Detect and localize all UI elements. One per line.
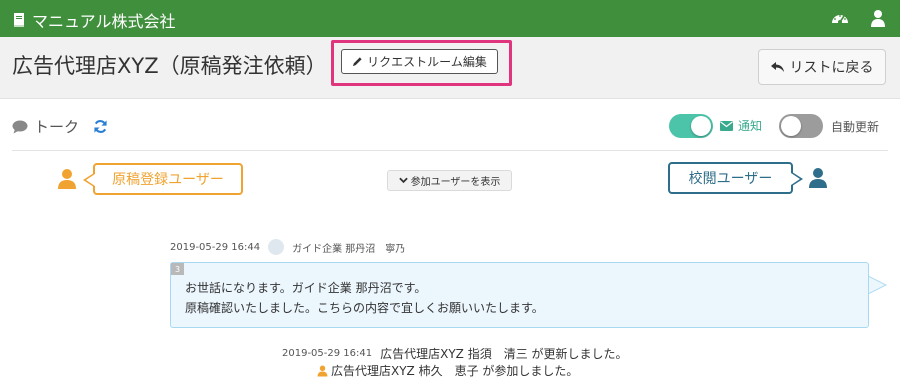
- message-text-line: 原稿確認いたしました。こちらの内容で宜しくお願いいたします。: [185, 301, 544, 315]
- refresh-icon[interactable]: [93, 119, 108, 134]
- app-title: マニュアル株式会社: [32, 12, 176, 31]
- page-header: 広告代理店XYZ（原稿発注依頼） リクエストルーム編集 リストに戻る: [0, 37, 900, 99]
- back-to-list-label: リストに戻る: [789, 60, 874, 76]
- manuscript-user-tag: 原稿登録ユーザー: [83, 163, 243, 195]
- message-bubble: 3 お世話になります。ガイド企業 那丹沼です。 原稿確認いたしました。こちらの内…: [170, 262, 887, 328]
- book-icon: [14, 13, 24, 27]
- back-to-list-button[interactable]: リストに戻る: [758, 49, 886, 85]
- message-meta: 2019-05-29 16:44 ガイド企業 那丹沼 寧乃: [170, 239, 405, 255]
- message-text-line: お世話になります。ガイド企業 那丹沼です。: [185, 281, 427, 295]
- edit-request-room-button[interactable]: リクエストルーム編集: [341, 49, 498, 74]
- log-text: 広告代理店XYZ 柿久 恵子 が参加しました。: [331, 364, 579, 378]
- manuscript-user-icon: [58, 169, 76, 189]
- talk-header: トーク: [12, 116, 108, 137]
- toggle-knob: [691, 116, 711, 136]
- auto-refresh-label: 自動更新: [831, 120, 880, 134]
- log-timestamp: 2019-05-29 16:41: [282, 348, 373, 359]
- pencil-icon: [353, 57, 362, 67]
- show-participants-label: 参加ユーザーを表示: [410, 177, 501, 188]
- auto-refresh-toggle[interactable]: [779, 114, 823, 138]
- activity-log-item: 広告代理店XYZ 柿久 恵子 が参加しました。: [317, 362, 578, 379]
- dashboard-icon[interactable]: [830, 8, 850, 28]
- envelope-icon: [720, 120, 733, 131]
- talk-label: トーク: [34, 118, 80, 136]
- reviewer-user-tag: 校閲ユーザー: [668, 162, 803, 194]
- divider: [12, 150, 888, 151]
- show-participants-button[interactable]: 参加ユーザーを表示: [387, 170, 512, 191]
- reply-icon: [770, 62, 784, 72]
- edit-request-room-label: リクエストルーム編集: [367, 55, 487, 69]
- notify-label: 通知: [720, 117, 762, 134]
- notify-text: 通知: [738, 119, 763, 133]
- brand[interactable]: マニュアル株式会社: [12, 8, 176, 32]
- page-title: 広告代理店XYZ（原稿発注依頼）: [12, 54, 327, 78]
- message-timestamp: 2019-05-29 16:44: [170, 241, 261, 253]
- chevron-down-icon: [398, 177, 408, 184]
- user-icon[interactable]: [868, 8, 888, 28]
- user-icon: [317, 365, 328, 376]
- message-number-badge: 3: [171, 263, 184, 275]
- comment-icon: [12, 120, 28, 133]
- activity-log-item: 2019-05-29 16:41 広告代理店XYZ 指須 清三 が更新しました。: [282, 345, 628, 362]
- toggle-knob: [781, 116, 801, 136]
- message-author: ガイド企業 那丹沼 寧乃: [292, 243, 406, 255]
- reviewer-user-icon: [809, 168, 827, 188]
- notify-toggle[interactable]: [669, 114, 713, 138]
- top-navbar: マニュアル株式会社: [0, 0, 900, 37]
- avatar: [268, 239, 285, 255]
- log-text: 広告代理店XYZ 指須 清三 が更新しました。: [380, 347, 628, 361]
